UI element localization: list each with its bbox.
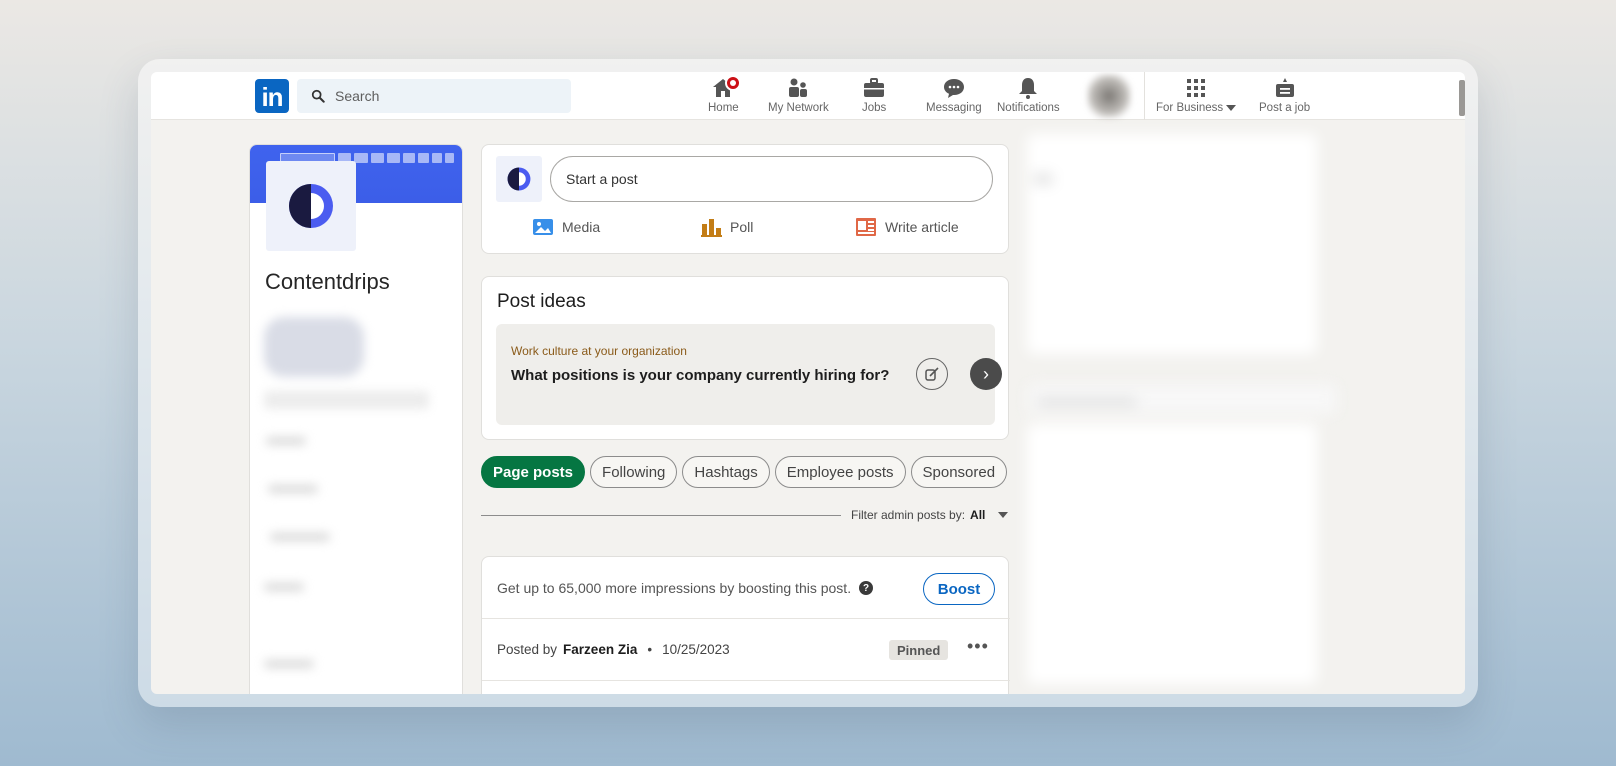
edit-icon: [925, 367, 939, 381]
idea-category: Work culture at your organization: [511, 344, 687, 358]
article-icon: [856, 218, 876, 236]
tab-following[interactable]: Following: [590, 456, 678, 488]
chevron-down-icon: [1226, 104, 1237, 111]
idea-question: What positions is your company currently…: [511, 367, 890, 384]
post-job-icon: [1275, 78, 1294, 97]
search-icon: [311, 89, 325, 103]
post-card: Get up to 65,000 more impressions by boo…: [481, 556, 1010, 694]
boost-message: Get up to 65,000 more impressions by boo…: [497, 580, 874, 596]
briefcase-icon: [864, 78, 885, 97]
composer-avatar: [496, 156, 542, 202]
posted-by-label: Posted by: [497, 642, 558, 657]
nav-messaging[interactable]: Messaging: [926, 76, 982, 114]
poll-label: Poll: [730, 219, 754, 235]
search-input[interactable]: Search: [297, 79, 571, 113]
nav-my-network[interactable]: My Network: [768, 76, 829, 114]
company-sidebar-card: Contentdrips: [249, 144, 463, 694]
bell-icon: [1019, 78, 1038, 99]
posted-by: Posted by Farzeen Zia • 10/25/2023: [497, 642, 730, 657]
separator-bullet: •: [647, 642, 653, 657]
search-placeholder: Search: [335, 88, 380, 104]
next-idea-button[interactable]: ›: [970, 358, 1002, 390]
post-date: 10/25/2023: [662, 642, 730, 657]
blurred-right-rail: [1023, 134, 1363, 694]
contentdrips-logo-icon: [507, 167, 531, 191]
nav-home-label: Home: [708, 102, 739, 114]
chevron-right-icon: ›: [983, 363, 989, 384]
nav-notifications-label: Notifications: [997, 102, 1060, 114]
tab-hashtags[interactable]: Hashtags: [682, 456, 770, 488]
nav-for-business[interactable]: For Business: [1156, 76, 1237, 114]
tab-page-posts[interactable]: Page posts: [481, 456, 586, 488]
nav-messaging-label: Messaging: [926, 102, 982, 114]
boost-button[interactable]: Boost: [923, 573, 995, 605]
notification-badge: [725, 75, 742, 91]
image-icon: [533, 219, 553, 235]
nav-post-job[interactable]: Post a job: [1259, 76, 1310, 114]
post-composer: Start a post Media Poll Write article: [481, 144, 1009, 254]
write-article-label: Write article: [885, 219, 959, 235]
nav-for-business-label: For Business: [1156, 102, 1237, 114]
messaging-icon: [943, 79, 964, 98]
profile-avatar[interactable]: [1087, 74, 1131, 118]
more-options-icon[interactable]: •••: [967, 636, 989, 657]
poll-button[interactable]: Poll: [700, 217, 753, 237]
caret-down-icon: [998, 512, 1009, 518]
nav-post-job-label: Post a job: [1259, 102, 1311, 114]
top-navigation: in Search Home My Network Jobs Messaging…: [151, 72, 1465, 120]
feed-filter-tabs: Page posts Following Hashtags Employee p…: [481, 456, 1008, 488]
nav-jobs[interactable]: Jobs: [862, 76, 886, 114]
help-icon[interactable]: ?: [859, 581, 874, 595]
tab-employee-posts[interactable]: Employee posts: [774, 456, 906, 488]
boost-row: Get up to 65,000 more impressions by boo…: [482, 557, 1010, 619]
nav-divider: [1144, 72, 1145, 120]
tab-sponsored[interactable]: Sponsored: [910, 456, 1008, 488]
post-ideas-title: Post ideas: [497, 291, 586, 312]
contentdrips-logo-icon: [289, 184, 333, 228]
start-post-input[interactable]: Start a post: [550, 156, 993, 202]
post-author[interactable]: Farzeen Zia: [563, 642, 637, 657]
edit-idea-button[interactable]: [916, 358, 948, 390]
blurred-sidebar-content: [250, 305, 462, 694]
browser-viewport: in Search Home My Network Jobs Messaging…: [151, 72, 1465, 694]
media-label: Media: [562, 219, 601, 235]
nav-my-network-label: My Network: [768, 102, 829, 114]
composer-actions: Media Poll Write article: [482, 215, 1010, 243]
media-button[interactable]: Media: [532, 217, 600, 237]
grid-icon: [1187, 79, 1206, 97]
poll-icon: [701, 219, 722, 237]
write-article-button[interactable]: Write article: [855, 217, 959, 237]
network-icon: [789, 78, 808, 97]
company-name: Contentdrips: [265, 269, 390, 294]
post-ideas-card: Post ideas Work culture at your organiza…: [481, 276, 1009, 440]
scrollbar[interactable]: [1459, 80, 1465, 116]
filter-value: All: [970, 508, 986, 522]
pinned-badge: Pinned: [889, 640, 949, 660]
post-meta-row: Posted by Farzeen Zia • 10/25/2023 Pinne…: [482, 619, 1010, 681]
divider: [481, 515, 841, 516]
boost-text: Get up to 65,000 more impressions by boo…: [497, 580, 852, 596]
post-idea-item[interactable]: Work culture at your organization What p…: [496, 324, 1002, 425]
company-logo[interactable]: [266, 161, 356, 251]
linkedin-logo[interactable]: in: [255, 79, 289, 113]
filter-admin-posts-dropdown[interactable]: Filter admin posts by: All: [851, 508, 1009, 522]
nav-notifications[interactable]: Notifications: [997, 76, 1060, 114]
nav-home[interactable]: Home: [708, 75, 742, 114]
filter-label: Filter admin posts by:: [851, 508, 966, 522]
nav-jobs-label: Jobs: [862, 102, 887, 114]
